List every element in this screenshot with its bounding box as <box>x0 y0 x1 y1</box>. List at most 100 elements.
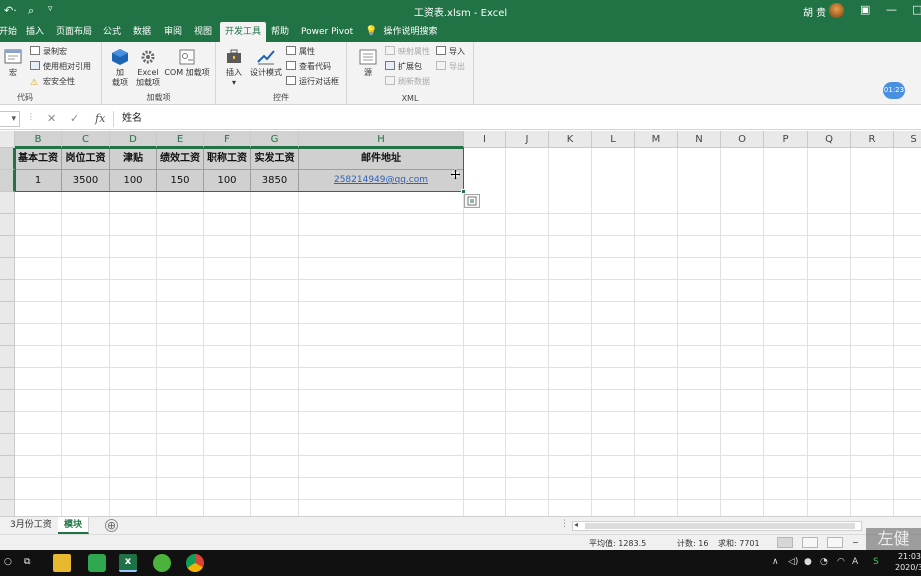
view-code-button[interactable]: 查看代码 <box>286 61 331 73</box>
worksheet-grid[interactable]: B C D E F G H I J K L M N O P Q R S 基本工资… <box>0 131 921 516</box>
tab-split-handle-icon[interactable]: ⋮ <box>560 519 569 529</box>
tab-developer[interactable]: 开发工具 <box>220 22 267 42</box>
column-header-n[interactable]: N <box>678 131 721 148</box>
column-header-d[interactable]: D <box>110 131 157 148</box>
macro-button[interactable]: 宏 <box>3 48 23 78</box>
column-header-i[interactable]: I <box>464 131 506 148</box>
row-header[interactable] <box>0 346 15 368</box>
cancel-icon[interactable]: ✕ <box>47 112 56 125</box>
row-header[interactable] <box>0 412 15 434</box>
design-mode-button[interactable]: 设计模式 <box>248 48 284 78</box>
column-header-m[interactable]: M <box>635 131 678 148</box>
properties-button[interactable]: 属性 <box>286 46 315 58</box>
search-icon[interactable]: ○ <box>4 557 12 567</box>
tab-home[interactable]: 开始 <box>0 22 22 42</box>
row-header[interactable] <box>0 500 15 516</box>
relative-reference-button[interactable]: 使用相对引用 <box>30 61 91 73</box>
tab-power-pivot[interactable]: Power Pivot <box>296 22 358 42</box>
zoom-out-icon[interactable]: − <box>852 538 859 547</box>
wechat-icon[interactable]: ● <box>804 557 812 567</box>
wifi-icon[interactable]: ◠ <box>837 557 845 567</box>
cell-c-value[interactable]: 3500 <box>62 170 110 192</box>
refresh-data-button[interactable]: 刷新数据 <box>385 76 430 88</box>
column-header-h[interactable]: H <box>299 131 464 148</box>
insert-function-icon[interactable]: fx <box>95 112 105 125</box>
page-layout-view-icon[interactable] <box>802 537 818 548</box>
insert-control-button[interactable]: 插入 ▾ <box>222 48 246 88</box>
cell-g-header[interactable]: 实发工资 <box>251 148 299 170</box>
scrollbar-thumb[interactable] <box>585 523 855 529</box>
excel-taskbar-icon[interactable]: x <box>119 554 137 572</box>
expansion-pack-button[interactable]: 扩展包 <box>385 61 422 73</box>
add-sheet-icon[interactable]: ⊕ <box>105 519 118 532</box>
tab-review[interactable]: 审阅 <box>159 22 187 42</box>
sheet-tab-module[interactable]: 模块 <box>58 517 90 534</box>
run-dialog-button[interactable]: 运行对话框 <box>286 76 339 88</box>
tab-data[interactable]: 数据 <box>128 22 156 42</box>
column-header-c[interactable]: C <box>62 131 110 148</box>
export-button[interactable]: 导出 <box>436 61 465 73</box>
cell-b-header[interactable]: 基本工资 <box>15 148 62 170</box>
page-break-view-icon[interactable] <box>827 537 843 548</box>
normal-view-icon[interactable] <box>777 537 793 548</box>
record-macro-button[interactable]: 录制宏 <box>30 46 67 58</box>
task-view-icon[interactable]: ⧉ <box>24 557 30 567</box>
row-header[interactable] <box>0 456 15 478</box>
row-header[interactable] <box>0 434 15 456</box>
cell-d-value[interactable]: 100 <box>110 170 157 192</box>
column-header-l[interactable]: L <box>592 131 635 148</box>
com-addins-button[interactable]: COM 加载项 <box>162 48 212 78</box>
cell-g-value[interactable]: 3850 <box>251 170 299 192</box>
column-header-p[interactable]: P <box>764 131 808 148</box>
row-header[interactable] <box>0 302 15 324</box>
cell-b-value[interactable]: 1 <box>15 170 62 192</box>
row-header[interactable] <box>0 280 15 302</box>
column-header-b[interactable]: B <box>15 131 62 148</box>
cell-c-header[interactable]: 岗位工资 <box>62 148 110 170</box>
network-icon[interactable]: ◔ <box>820 557 828 567</box>
row-header[interactable] <box>0 192 15 214</box>
horizontal-scrollbar[interactable]: ◂ <box>572 520 862 531</box>
cell-e-header[interactable]: 绩效工资 <box>157 148 204 170</box>
tray-up-arrow-icon[interactable]: ∧ <box>772 557 779 567</box>
name-box[interactable]: ▾ <box>0 111 20 127</box>
cell-e-value[interactable]: 150 <box>157 170 204 192</box>
macro-security-button[interactable]: ⚠ 宏安全性 <box>30 76 75 88</box>
row-header[interactable] <box>0 258 15 280</box>
cell-h-header[interactable]: 邮件地址 <box>299 148 464 170</box>
formula-input[interactable]: 姓名 <box>113 111 921 127</box>
enter-icon[interactable]: ✓ <box>70 112 79 125</box>
select-all-corner[interactable] <box>0 131 15 148</box>
ribbon-display-icon[interactable]: ▣ <box>860 3 870 16</box>
column-header-e[interactable]: E <box>157 131 204 148</box>
ime-icon[interactable]: A <box>852 557 858 567</box>
maximize-icon[interactable]: □ <box>912 3 921 16</box>
cell-h-email-link[interactable]: 258214949@qq.com <box>299 170 464 192</box>
tab-formulas[interactable]: 公式 <box>98 22 126 42</box>
sheet-tab-march-salary[interactable]: 3月份工资 <box>4 517 59 534</box>
cell-d-header[interactable]: 津贴 <box>110 148 157 170</box>
column-header-q[interactable]: Q <box>808 131 851 148</box>
row-header-2[interactable] <box>0 170 15 192</box>
chrome-icon[interactable] <box>186 554 204 572</box>
tab-insert[interactable]: 插入 <box>21 22 49 42</box>
row-header[interactable] <box>0 214 15 236</box>
column-header-o[interactable]: O <box>721 131 764 148</box>
column-header-g[interactable]: G <box>251 131 299 148</box>
import-button[interactable]: 导入 <box>436 46 465 58</box>
row-header[interactable] <box>0 236 15 258</box>
green-app-icon[interactable] <box>88 554 106 572</box>
column-header-r[interactable]: R <box>851 131 894 148</box>
column-header-k[interactable]: K <box>549 131 592 148</box>
avatar[interactable] <box>829 3 844 18</box>
more-icon[interactable]: ⋮ <box>27 112 35 121</box>
scroll-left-icon[interactable]: ◂ <box>574 520 578 529</box>
column-header-f[interactable]: F <box>204 131 251 148</box>
minimize-icon[interactable]: — <box>886 3 897 16</box>
tab-page-layout[interactable]: 页面布局 <box>51 22 97 42</box>
tab-tell-me[interactable]: 💡 操作说明搜索 <box>360 22 442 42</box>
tray-app-icon[interactable]: S <box>873 557 879 567</box>
cell-f-header[interactable]: 职称工资 <box>204 148 251 170</box>
quick-analysis-icon[interactable] <box>464 194 480 208</box>
file-explorer-icon[interactable] <box>53 554 71 572</box>
